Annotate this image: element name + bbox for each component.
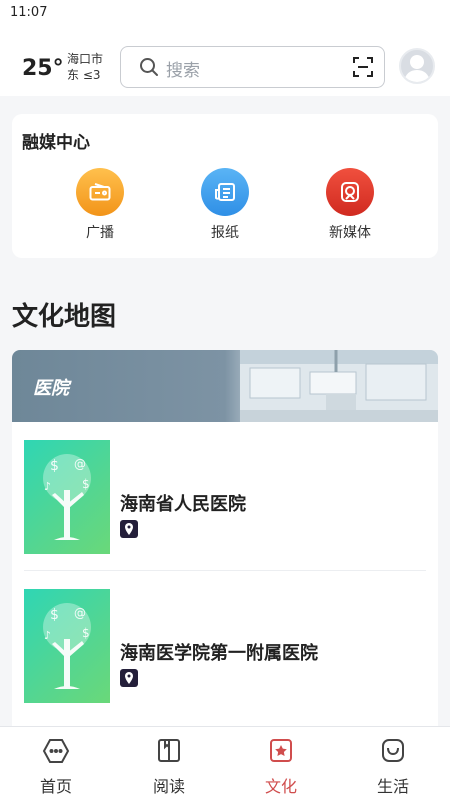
place-name: 海南医学院第一附属医院	[120, 643, 318, 664]
newspaper-icon	[201, 168, 249, 216]
location-pin-icon[interactable]	[120, 669, 138, 687]
bottom-tab-bar: 首页 阅读 文化 生活	[0, 726, 450, 800]
search-input[interactable]: 搜索	[120, 46, 385, 88]
category-banner[interactable]: 医院	[12, 350, 438, 422]
culture-map-title: 文化地图	[12, 302, 117, 332]
status-time: 11:07	[10, 5, 48, 20]
category-label: 医院	[33, 378, 69, 399]
search-placeholder: 搜索	[166, 61, 200, 81]
tree-thumbnail: $ @ $ ♪	[24, 589, 110, 703]
list-item[interactable]: $ @ $ ♪ 海南省人民医院	[24, 440, 426, 560]
tab-label: 阅读	[152, 777, 185, 796]
media-item-newspaper[interactable]: 报纸	[190, 168, 260, 242]
book-icon	[155, 739, 183, 769]
tab-home[interactable]: 首页	[24, 737, 88, 797]
svg-text:@: @	[74, 606, 86, 620]
media-center-title: 融媒中心	[22, 133, 90, 153]
life-icon	[379, 739, 407, 769]
tab-label: 生活	[376, 777, 409, 796]
tree-thumbnail: $ @ $ ♪	[24, 440, 110, 554]
svg-text:$: $	[82, 626, 90, 640]
status-bar: 11:07	[0, 0, 450, 26]
media-item-radio[interactable]: 广播	[65, 168, 135, 242]
svg-text:@: @	[74, 457, 86, 471]
scan-icon[interactable]	[352, 56, 374, 82]
weather-location: 海口市 东 ≤3	[67, 51, 103, 83]
tab-label: 首页	[39, 777, 72, 796]
media-item-label: 报纸	[211, 225, 239, 241]
media-item-label: 广播	[86, 225, 114, 241]
tab-label: 文化	[264, 777, 297, 796]
svg-text:$: $	[50, 458, 59, 474]
radio-icon	[76, 168, 124, 216]
tab-read[interactable]: 阅读	[137, 737, 201, 797]
weather-city: 海口市	[67, 52, 104, 66]
new-media-icon	[326, 168, 374, 216]
media-item-label: 新媒体	[329, 225, 371, 241]
location-pin-icon[interactable]	[120, 520, 138, 538]
svg-text:♪: ♪	[44, 480, 51, 493]
weather-temperature: 25°	[22, 56, 64, 81]
culture-icon	[267, 739, 295, 769]
top-header: 25° 海口市 东 ≤3 搜索	[0, 26, 450, 96]
media-center-card: 融媒中心 广播 报纸 新媒体	[12, 114, 438, 258]
svg-text:$: $	[50, 607, 59, 623]
hospital-room-image	[240, 350, 438, 422]
weather-wind: 东 ≤3	[67, 68, 101, 82]
place-list: $ @ $ ♪ 海南省人民医院 $ @ $ ♪ 海南医学院第一附属医院	[12, 422, 438, 730]
search-icon	[139, 57, 159, 81]
svg-text:♪: ♪	[44, 629, 51, 642]
svg-text:$: $	[82, 477, 90, 491]
tab-life[interactable]: 生活	[361, 737, 425, 797]
list-divider	[24, 570, 426, 571]
avatar[interactable]	[399, 48, 435, 84]
media-item-new-media[interactable]: 新媒体	[315, 168, 385, 242]
list-item[interactable]: $ @ $ ♪ 海南医学院第一附属医院	[24, 589, 426, 709]
tab-culture[interactable]: 文化	[249, 737, 313, 797]
home-icon	[42, 739, 70, 769]
place-name: 海南省人民医院	[120, 494, 246, 515]
